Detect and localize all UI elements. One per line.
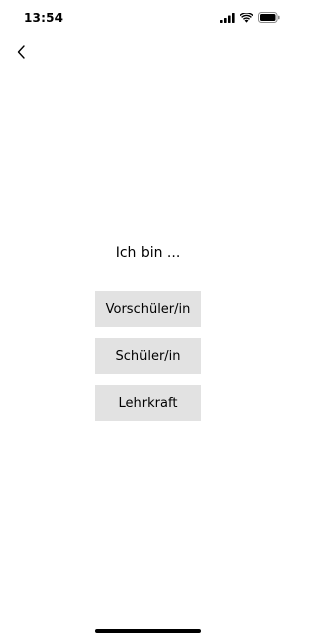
role-button-vorschueler[interactable]: Vorschüler/in [95, 291, 201, 327]
chevron-left-icon [16, 44, 26, 64]
status-bar: 13:54 [0, 0, 296, 34]
signal-icon [220, 12, 235, 23]
battery-icon [258, 12, 280, 23]
back-button[interactable] [9, 42, 33, 66]
wifi-icon [240, 12, 253, 23]
status-icons [220, 12, 280, 23]
status-time: 13:54 [24, 11, 64, 25]
role-selection-screen: 13:54 Ich bin ... Vorschüler/in Schüler/… [0, 0, 296, 640]
role-prompt: Ich bin ... [115, 245, 181, 261]
role-button-schueler[interactable]: Schüler/in [95, 338, 201, 374]
home-indicator[interactable] [95, 629, 201, 633]
role-button-lehrkraft[interactable]: Lehrkraft [95, 385, 201, 421]
